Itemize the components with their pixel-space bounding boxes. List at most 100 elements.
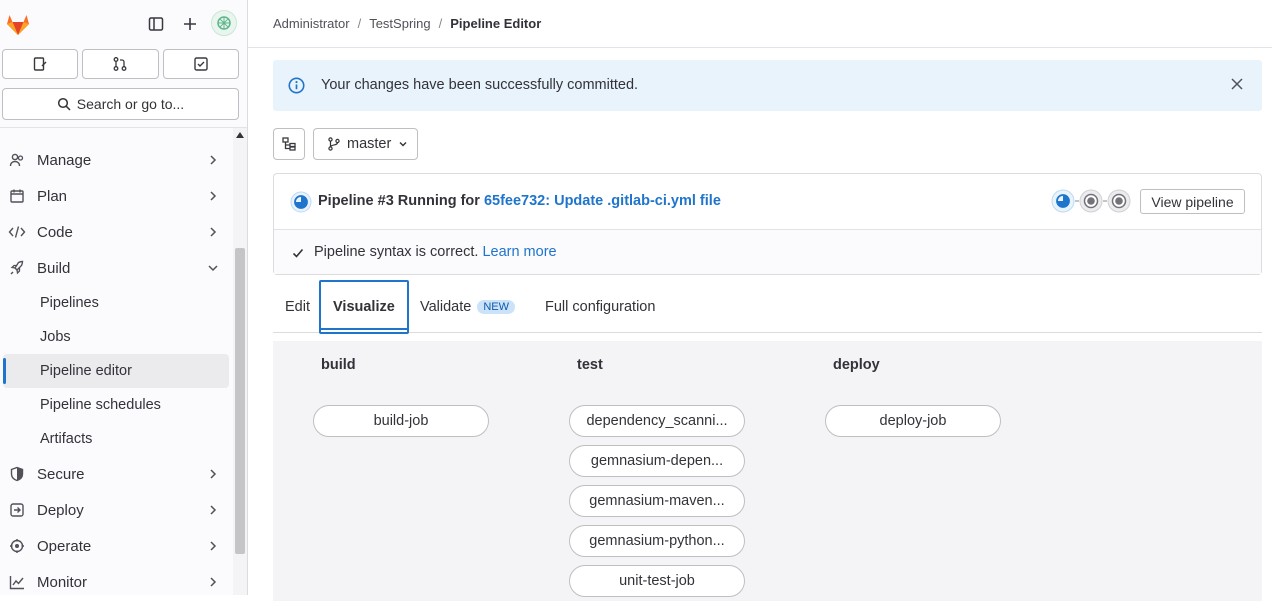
user-avatar[interactable] bbox=[211, 10, 237, 36]
cloud-gear-icon bbox=[8, 537, 26, 555]
chevron-down-icon bbox=[399, 142, 407, 147]
success-alert: Your changes have been successfully comm… bbox=[273, 60, 1262, 111]
syntax-text: Pipeline syntax is correct. bbox=[314, 244, 479, 260]
stage-title: deploy bbox=[833, 357, 880, 373]
shield-icon bbox=[8, 465, 26, 483]
scroll-thumb[interactable] bbox=[235, 248, 245, 554]
information-icon bbox=[288, 77, 305, 94]
job-gemnasium-maven[interactable]: gemnasium-maven... bbox=[569, 485, 745, 517]
issues-icon bbox=[33, 57, 47, 71]
todos-button[interactable] bbox=[162, 49, 239, 79]
pipeline-syntax-status: Pipeline syntax is correct. Learn more bbox=[274, 230, 1261, 274]
editor-tabs: Edit Visualize Validate NEW Full configu… bbox=[273, 280, 1262, 334]
pipeline-status-label: Pipeline #3 Running for bbox=[318, 193, 480, 209]
branch-selector[interactable]: master bbox=[313, 128, 418, 160]
sidebar-item-operate[interactable]: Operate bbox=[0, 528, 232, 564]
sidebar-item-pipeline-schedules[interactable]: Pipeline schedules bbox=[3, 388, 229, 422]
chevron-right-icon bbox=[206, 575, 220, 589]
breadcrumb-current[interactable]: Pipeline Editor bbox=[450, 16, 541, 31]
stage-created-icon[interactable] bbox=[1107, 189, 1131, 213]
create-new-icon[interactable] bbox=[178, 12, 202, 36]
breadcrumb-item[interactable]: Administrator bbox=[273, 16, 350, 31]
sidebar-item-label: Secure bbox=[37, 465, 85, 483]
job-gemnasium-python[interactable]: gemnasium-python... bbox=[569, 525, 745, 557]
gitlab-logo-icon[interactable] bbox=[4, 10, 32, 38]
breadcrumb-item[interactable]: TestSpring bbox=[369, 16, 430, 31]
learn-more-link[interactable]: Learn more bbox=[482, 244, 556, 260]
job-gemnasium-dependency[interactable]: gemnasium-depen... bbox=[569, 445, 745, 477]
deployments-icon bbox=[8, 501, 26, 519]
chevron-right-icon bbox=[206, 189, 220, 203]
issues-button[interactable] bbox=[2, 49, 79, 79]
sidebar-item-label: Build bbox=[37, 259, 71, 277]
commit-link[interactable]: 65fee732: Update .gitlab-ci.yml file bbox=[484, 193, 721, 209]
sidebar-item-artifacts[interactable]: Artifacts bbox=[3, 422, 229, 456]
search-button[interactable]: Search or go to... bbox=[2, 88, 239, 120]
tab-validate-label: Validate bbox=[420, 299, 472, 315]
search-label: Search or go to... bbox=[76, 96, 185, 112]
tab-edit[interactable]: Edit bbox=[285, 281, 310, 333]
sidebar-item-deploy[interactable]: Deploy bbox=[0, 492, 232, 528]
chevron-right-icon bbox=[206, 503, 220, 517]
file-tree-icon bbox=[282, 137, 296, 151]
todo-icon bbox=[194, 57, 208, 71]
sidebar-item-pipeline-editor[interactable]: Pipeline editor bbox=[3, 354, 229, 388]
sidebar-item-label: Deploy bbox=[37, 501, 84, 519]
pipeline-status-text: Pipeline #3 Running for 65fee732: Update… bbox=[318, 193, 721, 209]
header-divider bbox=[248, 47, 1272, 48]
job-unit-test-job[interactable]: unit-test-job bbox=[569, 565, 745, 597]
sidebar-item-label: Code bbox=[37, 223, 73, 241]
sidebar-nav: Manage Plan Code Build Pipelines Jobs Pi… bbox=[0, 142, 232, 600]
pipeline-status-card: Pipeline #3 Running for 65fee732: Update… bbox=[273, 173, 1262, 275]
stage-running-icon[interactable] bbox=[1051, 189, 1075, 213]
job-dependency-scanning[interactable]: dependency_scanni... bbox=[569, 405, 745, 437]
sidebar-item-plan[interactable]: Plan bbox=[0, 178, 232, 214]
chevron-right-icon bbox=[206, 225, 220, 239]
tab-validate[interactable]: Validate NEW bbox=[420, 281, 515, 333]
main-content: Administrator / TestSpring / Pipeline Ed… bbox=[248, 0, 1272, 601]
new-badge: NEW bbox=[477, 300, 515, 314]
tab-visualize[interactable]: Visualize bbox=[319, 280, 409, 334]
stage-created-icon[interactable] bbox=[1079, 189, 1103, 213]
pipeline-status-header: Pipeline #3 Running for 65fee732: Update… bbox=[274, 174, 1261, 230]
sidebar-item-jobs[interactable]: Jobs bbox=[3, 320, 229, 354]
chevron-right-icon bbox=[206, 467, 220, 481]
sidebar-item-label: Operate bbox=[37, 537, 92, 555]
breadcrumb-separator: / bbox=[357, 16, 362, 31]
branch-icon bbox=[328, 137, 340, 151]
breadcrumb-separator: / bbox=[438, 16, 443, 31]
monitor-icon bbox=[8, 573, 26, 591]
sidebar-item-label: Manage bbox=[37, 151, 92, 169]
toggle-sidebar-icon[interactable] bbox=[144, 12, 168, 36]
sidebar-header bbox=[0, 0, 247, 48]
close-icon[interactable] bbox=[1230, 77, 1244, 91]
sidebar-item-label: Monitor bbox=[37, 573, 88, 591]
scroll-up-arrow-icon[interactable] bbox=[236, 132, 244, 138]
sidebar-item-build[interactable]: Build bbox=[0, 250, 232, 286]
chevron-down-icon bbox=[206, 261, 220, 275]
job-build-job[interactable]: build-job bbox=[313, 405, 489, 437]
sidebar-item-pipelines[interactable]: Pipelines bbox=[3, 286, 229, 320]
branch-name: master bbox=[347, 136, 392, 152]
planning-icon bbox=[8, 187, 26, 205]
sidebar-divider bbox=[0, 127, 247, 128]
tab-full-configuration[interactable]: Full configuration bbox=[545, 281, 655, 333]
sidebar-item-manage[interactable]: Manage bbox=[0, 142, 232, 178]
syntax-message: Pipeline syntax is correct. Learn more bbox=[314, 244, 557, 260]
view-pipeline-button[interactable]: View pipeline bbox=[1140, 189, 1245, 214]
sidebar-scrollbar[interactable] bbox=[233, 128, 247, 595]
status-running-icon[interactable] bbox=[290, 191, 312, 213]
alert-message: Your changes have been successfully comm… bbox=[321, 77, 639, 93]
quick-actions bbox=[2, 49, 239, 79]
sidebar-item-secure[interactable]: Secure bbox=[0, 456, 232, 492]
users-icon bbox=[8, 151, 26, 169]
sidebar-item-code[interactable]: Code bbox=[0, 214, 232, 250]
job-deploy-job[interactable]: deploy-job bbox=[825, 405, 1001, 437]
rocket-icon bbox=[8, 259, 26, 277]
sidebar: Search or go to... Manage Plan Code Buil… bbox=[0, 0, 248, 595]
code-icon bbox=[8, 223, 26, 241]
check-icon bbox=[292, 247, 304, 259]
stage-title: test bbox=[577, 357, 603, 373]
merge-requests-button[interactable] bbox=[82, 49, 159, 79]
file-tree-toggle-button[interactable] bbox=[273, 128, 305, 160]
